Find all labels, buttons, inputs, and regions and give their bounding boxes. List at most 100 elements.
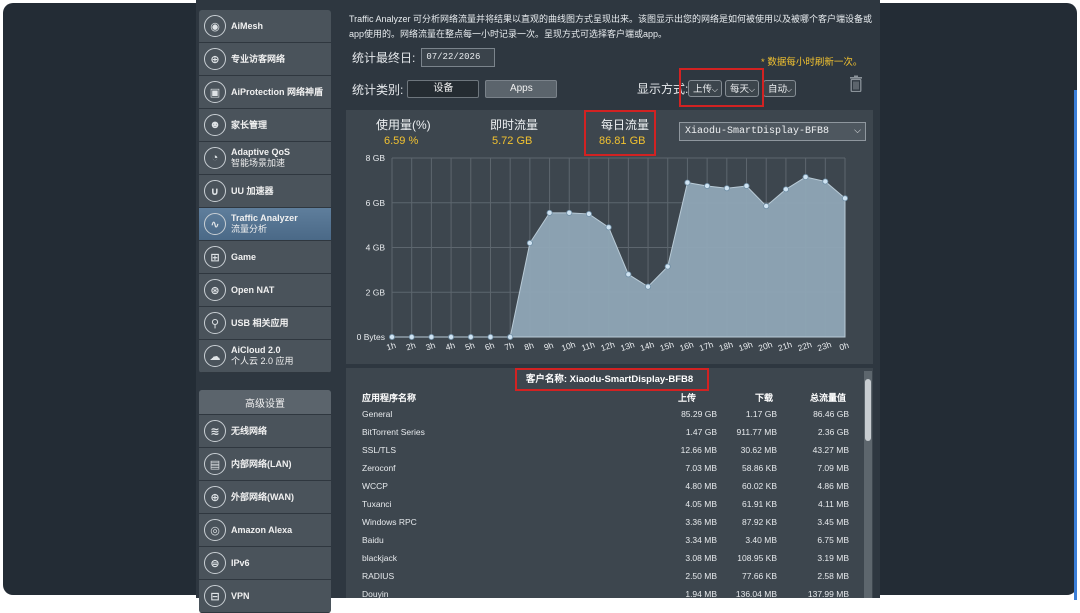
x-tick-label: 17h <box>698 339 715 353</box>
cell-upload: 1.94 MB <box>685 589 717 598</box>
cell-download: 87.92 KB <box>742 517 777 527</box>
cell-download: 136.04 MB <box>735 589 777 598</box>
x-tick-label: 20h <box>757 339 774 353</box>
y-tick-label: 8 GB <box>366 153 386 163</box>
x-tick-label: 5h <box>464 340 476 353</box>
y-tick-label: 2 GB <box>366 287 386 297</box>
cell-download: 60.02 KB <box>742 481 777 491</box>
x-tick-label: 13h <box>619 339 636 353</box>
data-point <box>408 333 415 340</box>
x-tick-label: 0h <box>838 340 850 353</box>
cell-download: 1.17 GB <box>745 409 777 419</box>
col-header-upload: 上传 <box>678 393 697 403</box>
cell-app-name: Baidu <box>362 535 384 545</box>
x-tick-label: 23h <box>816 339 833 353</box>
x-tick-label: 2h <box>405 340 417 353</box>
cell-app-name: Windows RPC <box>362 517 417 527</box>
cell-upload: 3.34 MB <box>685 535 717 545</box>
data-point <box>842 195 849 202</box>
data-point <box>448 333 455 340</box>
x-tick-label: 10h <box>560 339 577 353</box>
data-point <box>723 185 730 192</box>
cell-total: 3.45 MB <box>817 517 849 527</box>
cell-upload: 85.29 GB <box>681 409 717 419</box>
cell-upload: 12.66 MB <box>680 445 717 455</box>
data-point <box>802 174 809 181</box>
page-scrollbar[interactable] <box>1074 90 1077 600</box>
x-tick-label: 7h <box>503 340 515 353</box>
cell-app-name: RADIUS <box>362 571 395 581</box>
cell-app-name: SSL/TLS <box>362 445 397 455</box>
cell-total: 6.75 MB <box>817 535 849 545</box>
app-traffic-table: 客户名称: Xiaodu-SmartDisplay-BFB8 应用程序名称 上传… <box>346 368 873 598</box>
cell-app-name: BitTorrent Series <box>362 427 425 437</box>
x-tick-label: 12h <box>599 339 616 353</box>
table-row: Windows RPC 3.36 MB 87.92 KB 3.45 MB <box>362 514 852 532</box>
cell-download: 30.62 MB <box>740 445 777 455</box>
x-tick-label: 18h <box>718 339 735 353</box>
cell-app-name: Douyin <box>362 589 389 598</box>
data-point <box>645 283 652 290</box>
cell-total: 2.36 GB <box>817 427 849 437</box>
table-row: WCCP 4.80 MB 60.02 KB 4.86 MB <box>362 478 852 496</box>
x-tick-label: 21h <box>777 339 794 353</box>
cell-upload: 3.36 MB <box>685 517 717 527</box>
y-tick-label: 6 GB <box>366 198 386 208</box>
x-tick-label: 16h <box>678 339 695 353</box>
data-point <box>507 333 514 340</box>
data-point <box>664 263 671 270</box>
x-tick-label: 3h <box>424 340 436 353</box>
x-tick-label: 15h <box>659 339 676 353</box>
x-tick-label: 1h <box>385 340 397 353</box>
data-point <box>763 203 770 210</box>
data-point <box>388 333 395 340</box>
data-point <box>782 186 789 193</box>
x-tick-label: 9h <box>543 340 555 353</box>
cell-download: 108.95 KB <box>737 553 777 563</box>
data-point <box>605 224 612 231</box>
data-point <box>743 182 750 189</box>
x-tick-label: 19h <box>737 339 754 353</box>
cell-total: 4.86 MB <box>817 481 849 491</box>
cell-app-name: WCCP <box>362 481 388 491</box>
table-row: General 85.29 GB 1.17 GB 86.46 GB <box>362 406 852 424</box>
table-scrollbar[interactable] <box>864 371 872 598</box>
table-row: Douyin 1.94 MB 136.04 MB 137.99 MB <box>362 586 852 598</box>
table-row: BitTorrent Series 1.47 GB 911.77 MB 2.36 GB <box>362 424 852 442</box>
x-tick-label: 22h <box>796 339 813 353</box>
data-point <box>546 209 553 216</box>
cell-upload: 2.50 MB <box>685 571 717 581</box>
scrollbar-thumb[interactable] <box>865 379 871 441</box>
table-row: RADIUS 2.50 MB 77.66 KB 2.58 MB <box>362 568 852 586</box>
data-point <box>487 333 494 340</box>
cell-upload: 4.05 MB <box>685 499 717 509</box>
cell-total: 43.27 MB <box>812 445 849 455</box>
cell-total: 137.99 MB <box>807 589 849 598</box>
col-header-download: 下载 <box>755 393 774 403</box>
col-header-app: 应用程序名称 <box>362 393 417 403</box>
highlight-client-name <box>515 368 709 391</box>
traffic-area <box>392 176 846 338</box>
y-tick-label: 0 Bytes <box>357 332 385 342</box>
col-header-total: 总流量值 <box>810 393 847 403</box>
cell-download: 3.40 MB <box>745 535 777 545</box>
data-point <box>585 210 592 217</box>
table-row: Zeroconf 7.03 MB 58.86 KB 7.09 MB <box>362 460 852 478</box>
cell-download: 61.91 KB <box>742 499 777 509</box>
cell-upload: 1.47 GB <box>685 427 717 437</box>
cell-app-name: General <box>362 409 393 419</box>
table-row: SSL/TLS 12.66 MB 30.62 MB 43.27 MB <box>362 442 852 460</box>
cell-download: 77.66 KB <box>742 571 777 581</box>
table-row: Tuxanci 4.05 MB 61.91 KB 4.11 MB <box>362 496 852 514</box>
data-point <box>566 209 573 216</box>
table-row: Baidu 3.34 MB 3.40 MB 6.75 MB <box>362 532 852 550</box>
cell-upload: 3.08 MB <box>685 553 717 563</box>
cell-download: 911.77 MB <box>736 427 777 437</box>
cell-total: 7.09 MB <box>817 463 849 473</box>
cell-upload: 4.80 MB <box>685 481 717 491</box>
data-point <box>428 333 435 340</box>
cell-total: 2.58 MB <box>817 571 849 581</box>
cell-download: 58.86 KB <box>742 463 777 473</box>
x-tick-label: 6h <box>484 340 496 353</box>
cell-total: 4.11 MB <box>817 499 849 509</box>
